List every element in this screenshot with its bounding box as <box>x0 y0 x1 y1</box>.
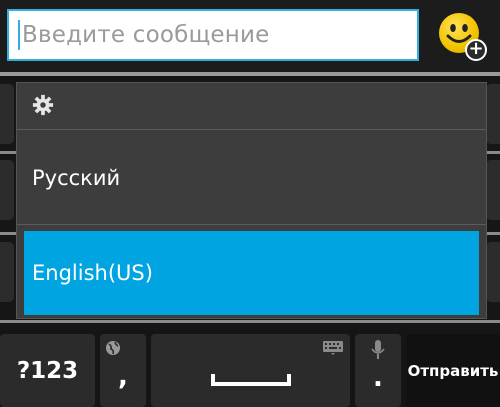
send-button-label: Отправить <box>407 361 499 380</box>
symbols-key-label: ?123 <box>16 357 79 384</box>
menu-item-russian[interactable]: Русский <box>17 136 486 220</box>
globe-icon <box>105 340 121 360</box>
plus-icon: + <box>465 39 487 61</box>
popup-header <box>17 83 486 129</box>
space-key[interactable] <box>151 334 350 407</box>
menu-item-english-us[interactable]: English(US) <box>24 231 479 315</box>
period-key-label: . <box>373 362 383 393</box>
key-edge <box>0 242 14 302</box>
comma-key[interactable]: , <box>100 334 146 407</box>
text-caret <box>18 20 20 50</box>
symbols-key[interactable]: ?123 <box>0 334 95 407</box>
comma-key-label: , <box>118 361 128 392</box>
space-bar-icon <box>210 373 291 386</box>
gear-icon[interactable] <box>32 94 54 120</box>
menu-item-label: Русский <box>32 166 121 190</box>
emoji-button[interactable]: + <box>436 11 490 63</box>
menu-divider <box>17 129 486 130</box>
period-key[interactable]: . <box>355 334 401 407</box>
send-button[interactable]: Отправить <box>406 334 500 407</box>
key-edge <box>0 84 14 144</box>
key-edge <box>486 242 500 302</box>
keyboard-bottom-row: ?123 , . Отправить <box>0 330 500 407</box>
key-row-divider <box>0 320 500 323</box>
keyboard-icon <box>323 340 343 359</box>
menu-divider <box>17 224 486 225</box>
composer-bar: Введите сообщение + <box>0 0 500 72</box>
message-input[interactable]: Введите сообщение <box>7 9 419 61</box>
message-placeholder: Введите сообщение <box>22 22 270 48</box>
divider <box>0 72 500 76</box>
key-edge <box>0 160 14 220</box>
menu-item-label: English(US) <box>32 261 153 285</box>
key-edge <box>486 160 500 220</box>
microphone-icon <box>371 340 385 364</box>
key-edge <box>486 84 500 144</box>
language-popup: Русский English(US) <box>16 82 487 319</box>
